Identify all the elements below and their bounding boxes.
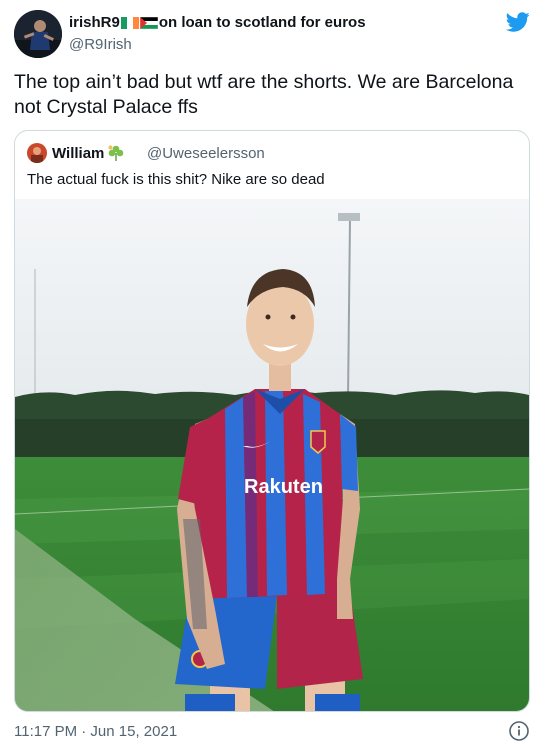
- author-name-suffix: on loan to scotland for euros: [158, 14, 366, 31]
- author-handle[interactable]: @R9Irish: [69, 36, 132, 53]
- quoted-name-text: William: [52, 144, 105, 162]
- tweet-timestamp[interactable]: 11:17 PM · Jun 15, 2021: [14, 723, 177, 740]
- author-display-name[interactable]: irishR9 on loan to scotland for euros: [69, 14, 366, 31]
- person-photo-avatar: [14, 10, 62, 58]
- tweet-text: The top ain’t bad but wtf are the shorts…: [14, 71, 514, 118]
- info-icon[interactable]: [508, 720, 530, 742]
- quoted-text: The actual fuck is this shit? Nike are s…: [27, 171, 325, 188]
- quoted-handle: @Uweseelersson: [147, 145, 265, 162]
- author-name-text: irishR9: [69, 14, 120, 31]
- quoted-avatar-image: [27, 143, 47, 163]
- quoted-author-avatar[interactable]: [27, 143, 47, 163]
- shirt-sponsor-text: Rakuten: [244, 476, 323, 498]
- ireland-flag-icon: [120, 16, 139, 29]
- twitter-bird-icon[interactable]: [506, 10, 530, 34]
- football-player-photo[interactable]: Rakuten: [15, 199, 529, 712]
- quoted-display-name[interactable]: William: [52, 144, 125, 162]
- palestine-flag-icon: [139, 16, 158, 29]
- author-avatar[interactable]: [14, 10, 62, 58]
- quoted-tweet[interactable]: William @Uweseelersson The actual fuck i…: [14, 130, 530, 712]
- shamrock-icon: [108, 145, 124, 161]
- tweet-card: irishR9 on loan to scotland for euros @R…: [0, 0, 540, 751]
